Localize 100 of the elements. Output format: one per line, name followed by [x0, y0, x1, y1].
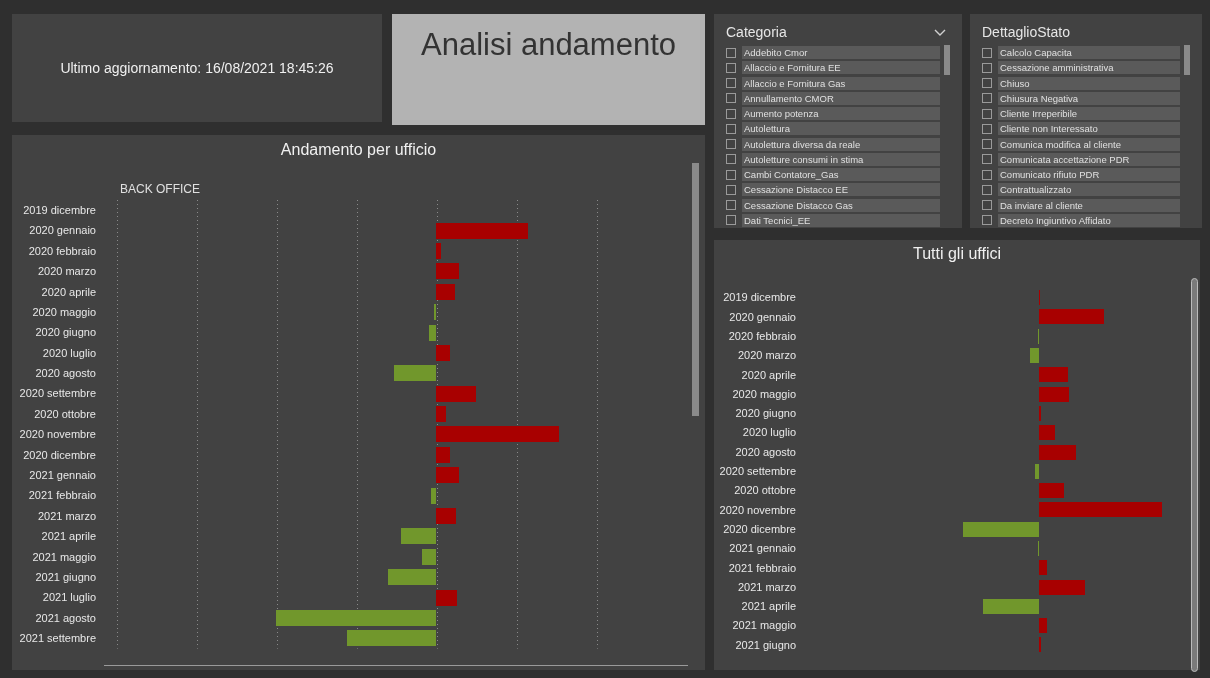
axis-label: 2020 aprile — [41, 284, 96, 300]
scrollbar[interactable] — [944, 45, 950, 75]
slicer-item[interactable]: Comunicato rifiuto PDR — [998, 168, 1180, 182]
checkbox[interactable] — [726, 108, 736, 119]
checkbox[interactable] — [726, 169, 736, 180]
checkbox[interactable] — [982, 93, 992, 104]
checkbox[interactable] — [982, 169, 992, 180]
checkbox[interactable] — [982, 215, 992, 226]
slicer-item[interactable]: Decreto Ingiuntivo Affidato — [998, 213, 1180, 227]
checkbox[interactable] — [726, 123, 736, 134]
axis-label: 2021 luglio — [42, 590, 96, 606]
checkbox[interactable] — [982, 47, 992, 58]
bar — [1039, 579, 1085, 595]
bar — [983, 598, 1039, 614]
slicer-item[interactable]: Calcolo Capacita — [998, 46, 1180, 60]
slicer-item[interactable]: Contrattualizzato — [998, 183, 1180, 197]
checkbox[interactable] — [982, 139, 992, 150]
bar — [429, 324, 436, 341]
slicer-item[interactable]: Cliente Irreperibile — [998, 107, 1180, 121]
slicer-item[interactable]: Autolettura diversa da reale — [742, 137, 940, 151]
axis-label: 2020 ottobre — [734, 483, 796, 499]
checkbox[interactable] — [982, 184, 992, 195]
axis-label: 2020 aprile — [741, 367, 796, 383]
axis-label: 2020 febbraio — [28, 243, 96, 259]
scrollbar[interactable] — [692, 163, 699, 416]
slicer-item[interactable]: Cambi Contatore_Gas — [742, 168, 940, 182]
axis-label: 2020 marzo — [37, 264, 96, 280]
axis-label: 2020 giugno — [735, 406, 796, 422]
axis-label: 2020 maggio — [32, 304, 96, 320]
axis-label: 2020 marzo — [737, 348, 796, 364]
slicer-item[interactable]: Autoletture consumi in stima — [742, 152, 940, 166]
slicer-item[interactable]: Cliente non Interessato — [998, 122, 1180, 136]
slicer-item[interactable]: Aumento potenza — [742, 107, 940, 121]
checkbox[interactable] — [982, 78, 992, 89]
last-update-text: Ultimo aggiornamento: 16/08/2021 18:45:26 — [60, 58, 334, 78]
chart-subtitle: BACK OFFICE — [120, 182, 200, 196]
bar — [436, 406, 446, 423]
bar — [1039, 309, 1104, 325]
checkbox[interactable] — [726, 139, 736, 150]
slicer-item[interactable]: Chiusura Negativa — [998, 91, 1180, 105]
slicer-item[interactable]: Da inviare al cliente — [998, 198, 1180, 212]
axis-label: 2020 agosto — [35, 366, 96, 382]
checkbox[interactable] — [726, 184, 736, 195]
checkbox[interactable] — [726, 47, 736, 58]
slicer-title: DettaglioStato — [982, 23, 1070, 42]
checkbox[interactable] — [982, 108, 992, 119]
slicer-item[interactable]: Cessazione Distacco EE — [742, 183, 940, 197]
axis-label: 2021 gennaio — [29, 468, 96, 483]
axis-label: 2021 maggio — [732, 618, 796, 634]
checkbox[interactable] — [726, 200, 736, 211]
slicer-title: Categoria — [726, 23, 787, 42]
page-title: Analisi andamento — [420, 26, 677, 64]
slicer-item[interactable]: Annullamento CMOR — [742, 91, 940, 105]
axis-label: 2021 aprile — [41, 529, 96, 545]
bar — [436, 508, 456, 525]
bar — [1039, 618, 1047, 634]
chevron-down-icon[interactable] — [934, 28, 946, 37]
bar — [388, 569, 436, 586]
axis-label: 2020 settembre — [719, 464, 796, 480]
slicer-item[interactable]: Allaccio e Fornitura EE — [742, 61, 940, 75]
bar — [1039, 367, 1068, 383]
slicer-item[interactable]: Addebito Cmor — [742, 46, 940, 60]
bar — [1039, 444, 1076, 460]
bar — [436, 263, 459, 280]
axis-label: 2020 dicembre — [23, 447, 96, 463]
checkbox[interactable] — [726, 78, 736, 89]
checkbox[interactable] — [726, 62, 736, 73]
scrollbar[interactable] — [1184, 45, 1190, 75]
bar — [436, 385, 476, 402]
axis-label: 2020 novembre — [719, 502, 796, 518]
checkbox[interactable] — [726, 93, 736, 104]
axis-label: 2021 giugno — [735, 637, 796, 653]
axis-label: 2020 ottobre — [34, 406, 96, 422]
checkbox[interactable] — [982, 123, 992, 134]
axis-label: 2020 gennaio — [729, 309, 796, 325]
checkbox[interactable] — [726, 215, 736, 226]
checkbox[interactable] — [726, 154, 736, 165]
bar — [436, 589, 457, 606]
bar — [1039, 425, 1055, 441]
slicer-item[interactable]: Allaccio e Fornitura Gas — [742, 76, 940, 90]
slicer-item[interactable]: Chiuso — [998, 76, 1180, 90]
slicer-item[interactable]: Dati Tecnici_EE — [742, 213, 940, 227]
bar — [422, 548, 436, 565]
bar — [436, 283, 455, 300]
axis-label: 2021 gennaio — [729, 541, 796, 557]
bar — [394, 365, 436, 382]
chart-title: Andamento per ufficio — [280, 140, 437, 160]
bar — [436, 467, 459, 484]
slicer-item[interactable]: Cessazione amministrativa — [998, 61, 1180, 75]
scrollbar[interactable] — [1191, 278, 1198, 672]
slicer-item[interactable]: Comunica modifica al cliente — [998, 137, 1180, 151]
checkbox[interactable] — [982, 62, 992, 73]
slicer-item[interactable]: Comunicata accettazione PDR — [998, 152, 1180, 166]
axis-label: 2020 settembre — [19, 386, 96, 402]
axis-label: 2021 febbraio — [728, 560, 796, 576]
checkbox[interactable] — [982, 154, 992, 165]
slicer-item[interactable]: Cessazione Distacco Gas — [742, 198, 940, 212]
slicer-item[interactable]: Autolettura — [742, 122, 940, 136]
checkbox[interactable] — [982, 200, 992, 211]
bar — [1030, 348, 1039, 364]
